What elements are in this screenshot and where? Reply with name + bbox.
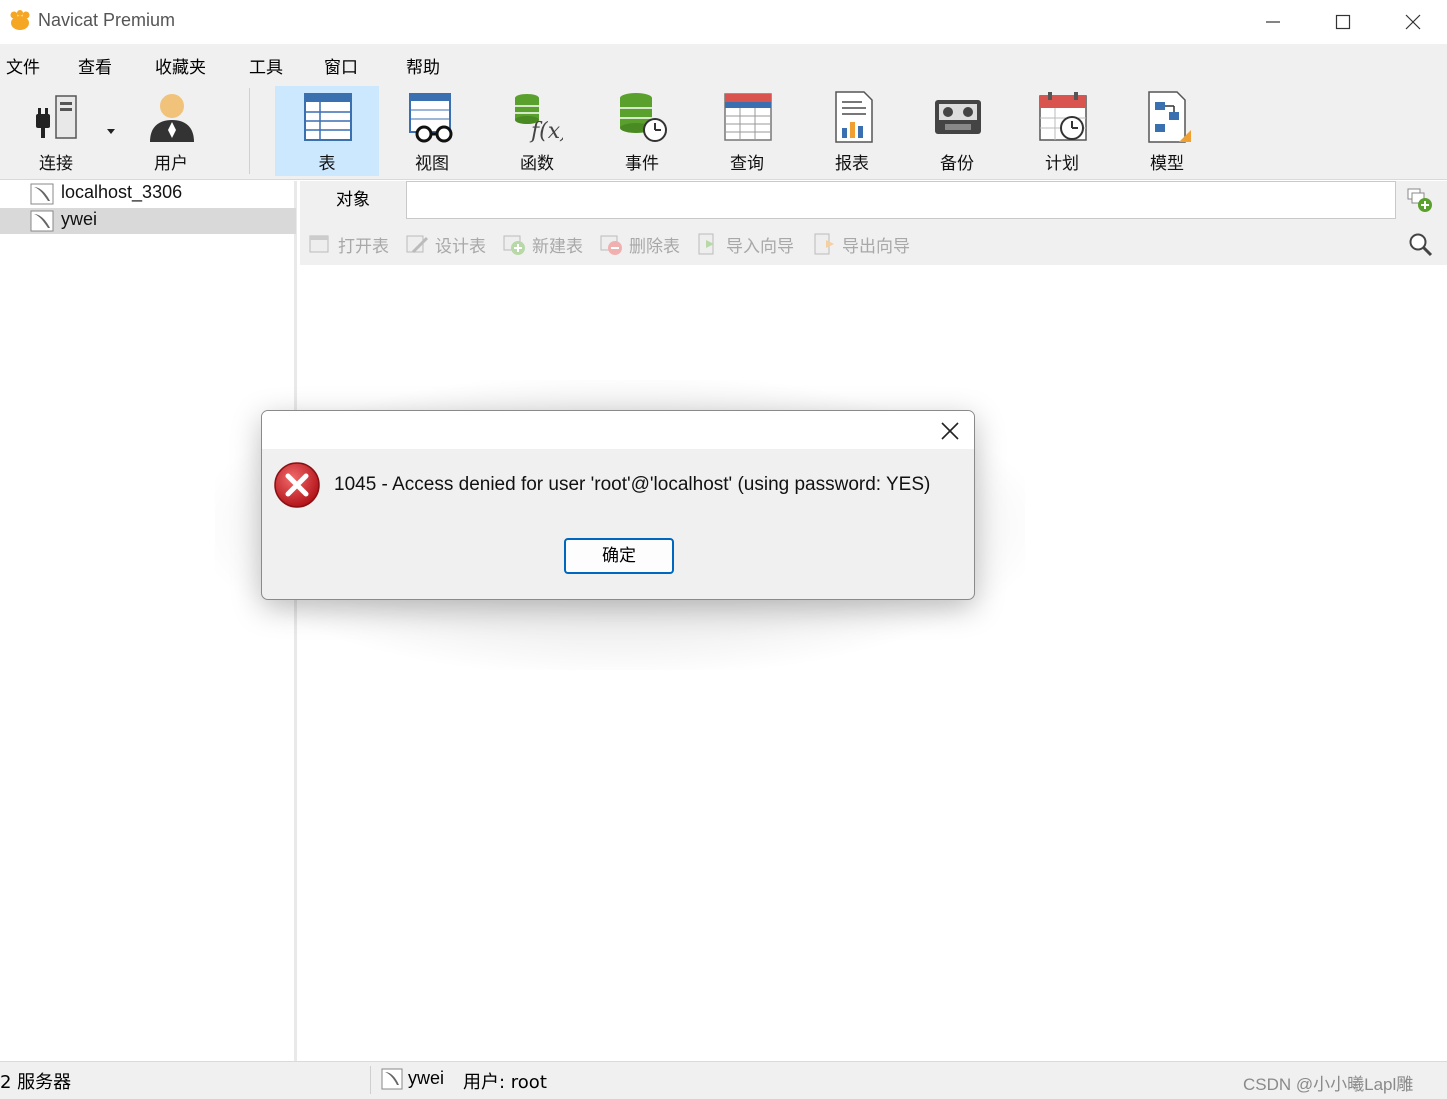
design-table-icon: [406, 235, 429, 254]
new-table-button[interactable]: 新建表: [502, 232, 583, 257]
watermark: CSDN @小小曦Lapl雕: [1243, 1075, 1414, 1094]
menu-view[interactable]: 查看: [78, 53, 112, 78]
event-label: 事件: [625, 154, 659, 174]
report-label: 报表: [835, 154, 869, 174]
user-button[interactable]: 用户: [119, 86, 223, 176]
menu-tools[interactable]: 工具: [249, 53, 283, 78]
object-tab-bar: 对象: [300, 181, 1447, 219]
menu-window[interactable]: 窗口: [324, 53, 358, 78]
table-button[interactable]: 表: [275, 86, 379, 176]
user-label: 用户: [154, 154, 188, 174]
menu-favorites[interactable]: 收藏夹: [155, 53, 206, 78]
query-icon: [724, 93, 772, 141]
view-glasses-icon: [409, 93, 453, 143]
function-button[interactable]: f(x) 函数: [485, 86, 589, 176]
import-wizard-button[interactable]: 导入向导: [696, 232, 794, 257]
model-label: 模型: [1150, 154, 1184, 174]
close-icon: [941, 422, 959, 440]
maximize-icon: [1335, 14, 1351, 30]
delete-table-label: 删除表: [629, 236, 680, 257]
report-button[interactable]: 报表: [800, 86, 904, 176]
connection-name: localhost_3306: [61, 182, 183, 202]
delete-table-button[interactable]: 删除表: [599, 232, 680, 257]
schedule-button[interactable]: 计划: [1010, 86, 1114, 176]
schedule-label: 计划: [1045, 154, 1079, 174]
chevron-down-icon[interactable]: [106, 128, 116, 136]
open-table-label: 打开表: [338, 236, 389, 257]
minimize-icon: [1266, 21, 1280, 23]
toolbar-separator: [249, 88, 250, 174]
backup-tape-icon: [935, 100, 981, 134]
error-icon: [274, 462, 320, 508]
design-table-button[interactable]: 设计表: [405, 232, 486, 257]
connect-label: 连接: [39, 154, 73, 174]
minimize-button[interactable]: [1238, 0, 1308, 44]
dialog-close-button[interactable]: [934, 417, 966, 445]
connection-item-ywei[interactable]: ywei: [0, 208, 296, 234]
error-message: 1045 - Access denied for user 'root'@'lo…: [334, 474, 931, 495]
error-dialog: 1045 - Access denied for user 'root'@'lo…: [261, 410, 975, 600]
menu-help[interactable]: 帮助: [406, 53, 440, 78]
connection-name: ywei: [61, 209, 98, 229]
table-label: 表: [318, 154, 336, 174]
import-wizard-label: 导入向导: [726, 236, 794, 257]
tab-objects[interactable]: 对象: [300, 181, 406, 219]
view-label: 视图: [415, 154, 449, 174]
dialog-title-bar: [262, 411, 974, 449]
object-tab-strip: [406, 181, 1396, 219]
close-window-button[interactable]: [1378, 0, 1447, 44]
calendar-icon: [1039, 92, 1087, 141]
ok-button[interactable]: 确定: [564, 538, 674, 574]
function-label: 函数: [520, 154, 554, 174]
report-icon: [835, 91, 873, 143]
export-icon: [814, 233, 834, 255]
title-bar: Navicat Premium: [0, 0, 1447, 44]
server-count: 2 服务器: [0, 1072, 72, 1093]
search-icon[interactable]: [1408, 232, 1434, 258]
window-title: Navicat Premium: [38, 10, 176, 30]
status-connection: ywei: [408, 1068, 445, 1088]
new-table-icon: [503, 235, 525, 255]
design-table-label: 设计表: [435, 236, 486, 257]
open-table-icon: [309, 235, 329, 253]
model-icon: [1148, 91, 1191, 143]
user-icon: [150, 94, 194, 142]
table-icon: [304, 93, 352, 141]
new-tab-icon[interactable]: [1406, 187, 1434, 213]
event-clock-icon: [620, 93, 667, 142]
svg-text:f(x): f(x): [529, 119, 563, 144]
event-button[interactable]: 事件: [590, 86, 694, 176]
backup-label: 备份: [940, 154, 974, 174]
connection-item-localhost[interactable]: localhost_3306: [0, 181, 296, 207]
export-wizard-label: 导出向导: [842, 236, 910, 257]
maximize-button[interactable]: [1308, 0, 1378, 44]
new-table-label: 新建表: [532, 236, 583, 257]
delete-table-icon: [600, 235, 622, 255]
function-icon: f(x): [515, 94, 563, 144]
model-button[interactable]: 模型: [1115, 86, 1219, 176]
open-table-button[interactable]: 打开表: [308, 232, 389, 257]
status-user: 用户: root: [463, 1072, 547, 1093]
close-icon: [1405, 14, 1421, 30]
import-icon: [698, 233, 714, 255]
navicat-logo-icon: [10, 10, 30, 30]
connection-plug-icon: [36, 95, 77, 139]
query-label: 查询: [730, 154, 764, 174]
connect-button[interactable]: 连接: [4, 86, 108, 176]
main-toolbar: 连接 用户 表 视图 f(x 函数 事件 查询 报表 备份 计划 模型: [0, 84, 1447, 180]
mysql-connection-icon: [30, 183, 54, 205]
view-button[interactable]: 视图: [380, 86, 484, 176]
status-separator: [370, 1066, 371, 1094]
status-bar: 2 服务器 ywei 用户: root CSDN @小小曦Lapl雕: [0, 1061, 1447, 1099]
menu-file[interactable]: 文件: [6, 53, 40, 78]
object-action-bar: 打开表 设计表 新建表 删除表 导入向导 导出向导: [300, 219, 1447, 265]
backup-button[interactable]: 备份: [905, 86, 1009, 176]
mysql-connection-icon: [381, 1068, 403, 1090]
mysql-connection-icon: [30, 210, 54, 232]
menu-bar: 文件 查看 收藏夹 工具 窗口 帮助: [0, 44, 1447, 84]
query-button[interactable]: 查询: [695, 86, 799, 176]
export-wizard-button[interactable]: 导出向导: [812, 232, 910, 257]
